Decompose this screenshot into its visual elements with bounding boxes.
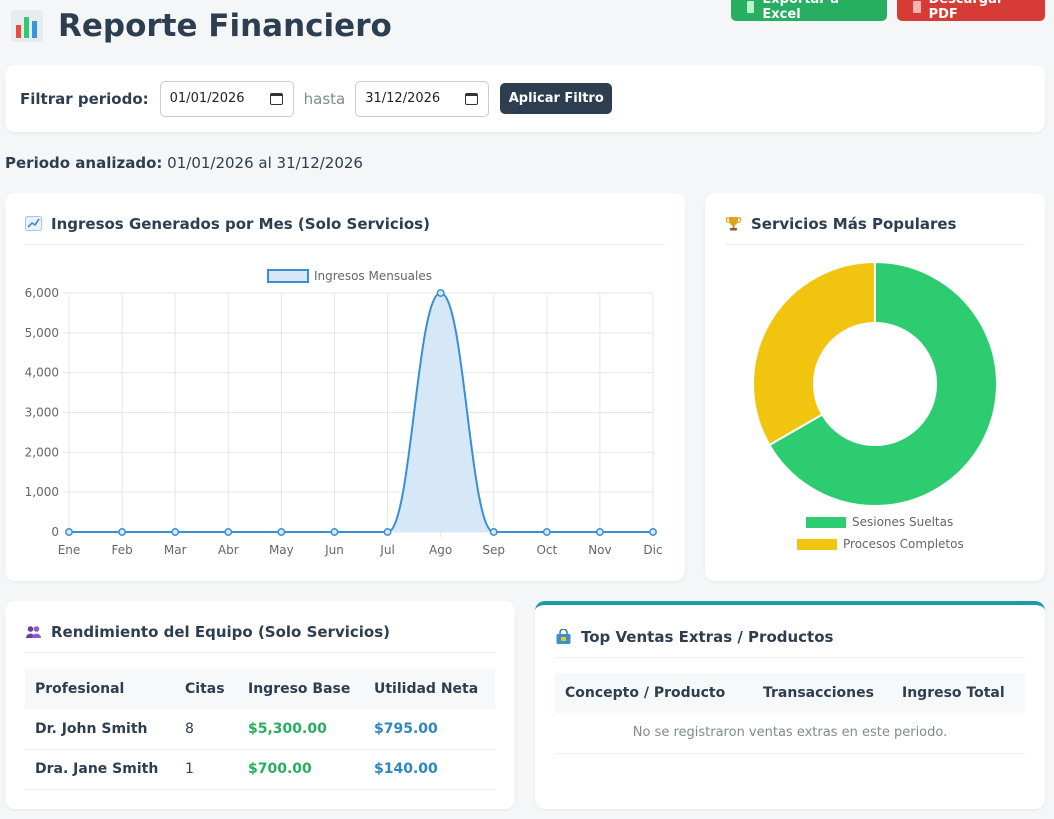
popular-services-card: Servicios Más Populares Sesiones Sueltas…	[705, 193, 1045, 581]
base-income: $5,300.00	[238, 709, 364, 750]
col-concepto: Concepto / Producto	[555, 673, 753, 713]
export-excel-button[interactable]: Exportar a Excel	[731, 0, 887, 22]
col-ingreso-total: Ingreso Total	[892, 673, 1025, 713]
excel-icon	[747, 0, 755, 13]
net-profit: $140.00	[364, 749, 495, 790]
shopping-bag-icon	[555, 628, 572, 644]
x-tick-label: Sep	[482, 543, 505, 557]
calendar-icon[interactable]	[465, 92, 479, 105]
x-tick-label: Feb	[111, 543, 132, 557]
data-point	[171, 528, 180, 536]
table-row: No se registraron ventas extras en este …	[555, 713, 1025, 754]
appointments-count: 1	[175, 749, 238, 790]
period-value: 01/01/2026 al 31/12/2026	[167, 154, 363, 172]
col-ingreso-base: Ingreso Base	[238, 669, 364, 709]
legend-swatch	[797, 539, 837, 550]
col-transacciones: Transacciones	[753, 673, 892, 713]
y-tick-label: 1,000	[25, 485, 59, 499]
x-tick-label: Dic	[643, 543, 662, 557]
team-performance-card: Rendimiento del Equipo (Solo Servicios) …	[5, 601, 515, 809]
table-header-row: Concepto / Producto Transacciones Ingres…	[555, 673, 1025, 713]
y-tick-label: 5,000	[25, 326, 59, 340]
date-from-value: 01/01/2026	[169, 91, 245, 106]
y-tick-label: 0	[51, 525, 59, 539]
data-point	[277, 528, 286, 536]
pie-legend-item: Procesos Completos	[797, 537, 964, 551]
legend-label: Ingresos Mensuales	[314, 269, 432, 283]
y-tick-label: 4,000	[25, 366, 59, 380]
data-point	[65, 528, 73, 536]
x-tick-label: Jun	[324, 543, 344, 557]
x-tick-label: Ene	[58, 543, 81, 557]
calendar-icon[interactable]	[269, 92, 283, 105]
y-tick-label: 6,000	[25, 286, 59, 300]
data-point	[649, 528, 657, 536]
extras-card-title-text: Top Ventas Extras / Productos	[581, 628, 834, 646]
table-header-row: Profesional Citas Ingreso Base Utilidad …	[25, 669, 495, 709]
col-profesional: Profesional	[25, 669, 175, 709]
popular-services-chart: Sesiones Sueltas Procesos Completos	[752, 260, 998, 551]
date-from-input[interactable]: 01/01/2026	[159, 80, 294, 117]
x-tick-label: Mar	[164, 543, 187, 557]
data-point	[330, 528, 339, 536]
page-header: Reporte Financiero	[10, 4, 392, 48]
col-utilidad-neta: Utilidad Neta	[364, 669, 495, 709]
x-tick-label: Abr	[218, 543, 239, 557]
date-to-input[interactable]: 31/12/2026	[355, 80, 490, 117]
period-summary: Periodo analizado: 01/01/2026 al 31/12/2…	[5, 154, 363, 172]
filter-separator: hasta	[303, 89, 346, 108]
page-title: Reporte Financiero	[58, 8, 392, 44]
bar-chart-icon	[10, 9, 44, 43]
data-point	[436, 289, 445, 297]
pie-slice	[752, 260, 876, 447]
empty-message: No se registraron ventas extras en este …	[555, 713, 1025, 754]
extras-table: Concepto / Producto Transacciones Ingres…	[555, 673, 1025, 754]
pie-legend-item: Sesiones Sueltas	[806, 515, 953, 529]
data-point	[383, 528, 392, 536]
income-line-chart: Ingresos Mensuales 0 1,000 2,000 3,000 4,000 5…	[25, 269, 663, 557]
legend-swatch	[267, 269, 309, 283]
col-citas: Citas	[175, 669, 238, 709]
data-point	[224, 528, 233, 536]
x-tick-label: Ago	[429, 543, 452, 557]
date-to-value: 31/12/2026	[365, 91, 441, 106]
data-point	[118, 528, 127, 536]
team-card-title-text: Rendimiento del Equipo (Solo Servicios)	[51, 623, 390, 641]
professional-name: Dr. John Smith	[25, 709, 175, 750]
data-point	[542, 528, 551, 536]
team-icon	[25, 624, 42, 639]
table-row: Dr. John Smith 8 $5,300.00 $795.00	[25, 709, 495, 750]
top-extras-card: Top Ventas Extras / Productos Concepto /…	[535, 601, 1045, 809]
legend-swatch	[806, 517, 846, 528]
legend-label: Sesiones Sueltas	[852, 515, 953, 529]
team-table: Profesional Citas Ingreso Base Utilidad …	[25, 669, 495, 790]
download-pdf-button[interactable]: Descargar PDF	[897, 0, 1045, 22]
professional-name: Dra. Jane Smith	[25, 749, 175, 790]
x-tick-label: Jul	[379, 543, 394, 557]
table-row: Dra. Jane Smith 1 $700.00 $140.00	[25, 749, 495, 790]
pdf-icon	[913, 0, 921, 13]
appointments-count: 8	[175, 709, 238, 750]
export-excel-label: Exportar a Excel	[762, 0, 839, 22]
legend-label: Procesos Completos	[843, 537, 964, 551]
download-pdf-label: Descargar PDF	[928, 0, 1004, 22]
x-tick-label: Oct	[536, 543, 557, 557]
x-tick-label: Nov	[588, 543, 611, 557]
data-point	[489, 528, 498, 536]
x-tick-label: May	[269, 543, 294, 557]
y-tick-label: 3,000	[25, 406, 59, 420]
y-tick-label: 2,000	[25, 445, 59, 459]
apply-filter-button[interactable]: Aplicar Filtro	[500, 83, 613, 114]
base-income: $700.00	[238, 749, 364, 790]
period-label: Periodo analizado:	[5, 154, 163, 172]
income-chart-card: Ingresos Generados por Mes (Solo Servici…	[5, 193, 685, 581]
filter-label: Filtrar periodo:	[20, 89, 149, 108]
team-card-title: Rendimiento del Equipo (Solo Servicios)	[25, 621, 495, 653]
net-profit: $795.00	[364, 709, 495, 750]
chart-legend: Ingresos Mensuales	[267, 269, 432, 283]
extras-card-title: Top Ventas Extras / Productos	[555, 626, 1025, 658]
filter-bar: Filtrar periodo: 01/01/2026 hasta 31/12/…	[5, 65, 1045, 132]
data-point	[595, 528, 604, 536]
